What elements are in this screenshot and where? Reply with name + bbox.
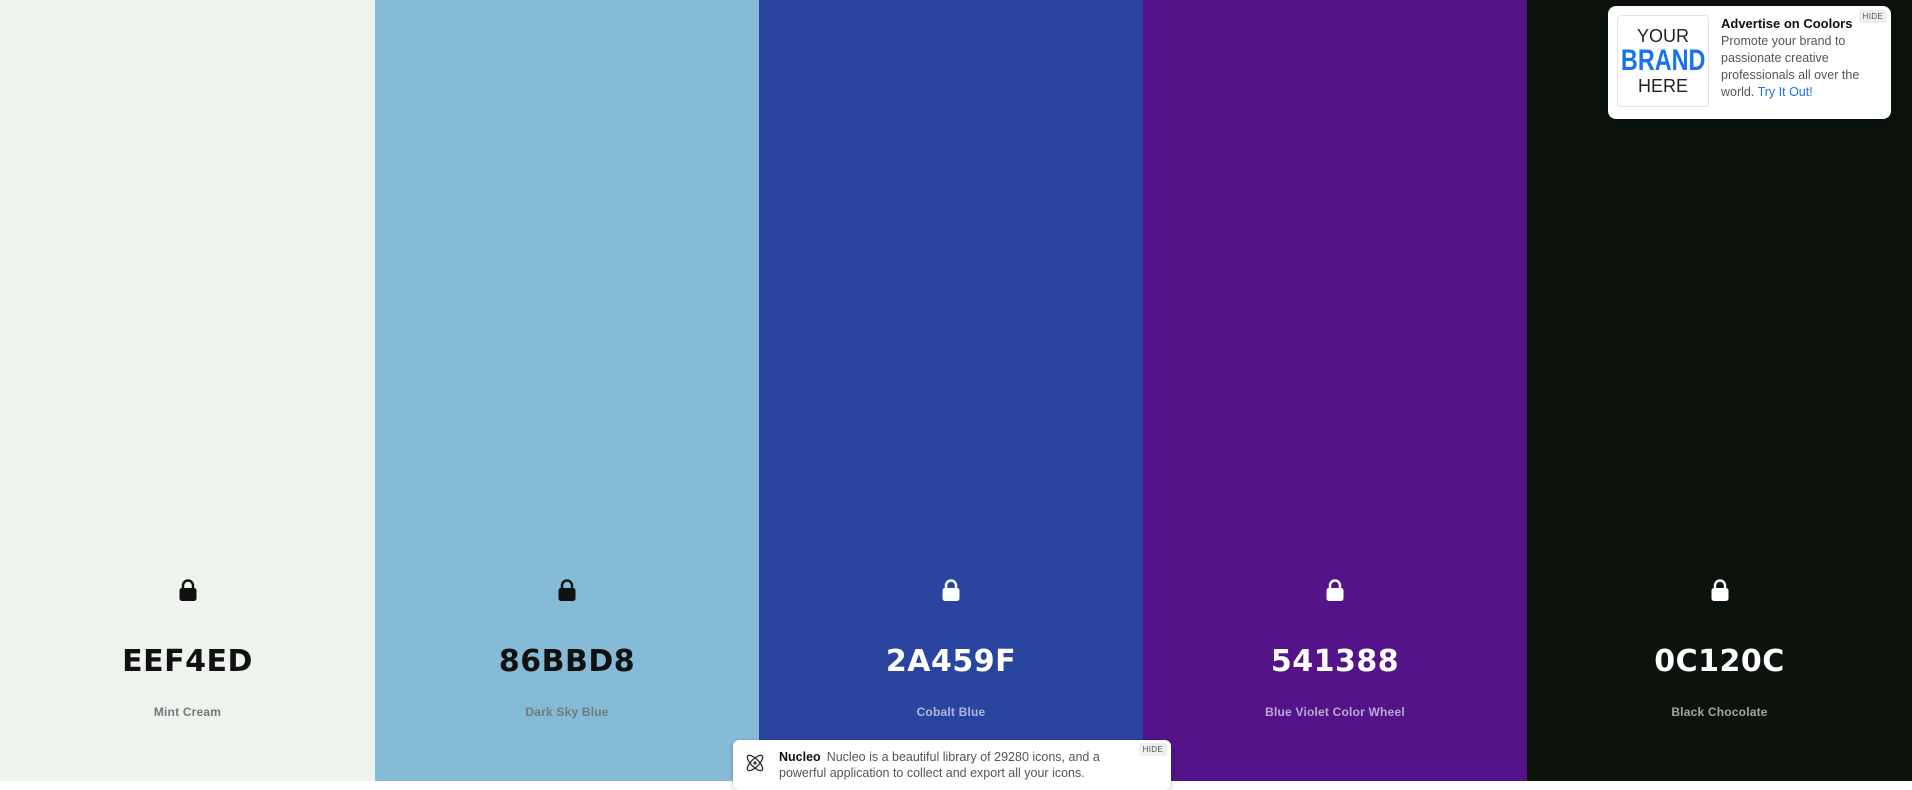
- nucleo-description: Nucleo is a beautiful library of 29280 i…: [779, 750, 1100, 780]
- color-swatch[interactable]: 86BBD8 Dark Sky Blue: [375, 0, 759, 781]
- lock-icon[interactable]: [178, 578, 198, 602]
- nucleo-text: Nucleo Nucleo is a beautiful library of 2…: [779, 749, 1119, 781]
- color-swatch[interactable]: 541388 Blue Violet Color Wheel: [1143, 0, 1527, 781]
- nucleo-name: Nucleo: [779, 750, 821, 764]
- brand-logo-line3: HERE: [1637, 76, 1688, 96]
- color-hex[interactable]: 86BBD8: [375, 644, 759, 679]
- hide-nucleo-button[interactable]: HIDE: [1138, 743, 1167, 756]
- color-hex[interactable]: EEF4ED: [0, 644, 375, 679]
- color-name: Dark Sky Blue: [525, 705, 609, 719]
- try-it-out-link[interactable]: Try It Out!: [1758, 85, 1813, 99]
- color-name: Blue Violet Color Wheel: [1265, 705, 1405, 719]
- brand-logo: YOUR BRAND HERE: [1617, 15, 1709, 107]
- nucleo-banner[interactable]: Nucleo Nucleo is a beautiful library of 2…: [733, 740, 1171, 790]
- brand-logo-line1: YOUR: [1636, 26, 1689, 46]
- color-name: Cobalt Blue: [916, 705, 986, 719]
- atom-icon: [746, 754, 764, 772]
- brand-logo-line2: BRAND: [1620, 44, 1706, 77]
- ad-title: Advertise on Coolors: [1721, 16, 1853, 31]
- advertise-card[interactable]: YOUR BRAND HERE Advertise on Coolors Pro…: [1608, 6, 1891, 119]
- color-swatch[interactable]: 2A459F Cobalt Blue: [759, 0, 1143, 781]
- color-name: Black Chocolate: [1671, 705, 1768, 719]
- color-hex[interactable]: 2A459F: [759, 644, 1143, 679]
- ad-body: Promote your brand to passionate creativ…: [1721, 33, 1881, 101]
- color-hex[interactable]: 541388: [1143, 644, 1527, 679]
- hide-ad-button[interactable]: HIDE: [1858, 10, 1887, 23]
- lock-icon[interactable]: [1325, 578, 1345, 602]
- color-swatch[interactable]: EEF4ED Mint Cream: [0, 0, 375, 781]
- lock-icon[interactable]: [1710, 578, 1730, 602]
- color-name: Mint Cream: [153, 705, 222, 719]
- color-hex[interactable]: 0C120C: [1527, 644, 1912, 679]
- lock-icon[interactable]: [941, 578, 961, 602]
- lock-icon[interactable]: [557, 578, 577, 602]
